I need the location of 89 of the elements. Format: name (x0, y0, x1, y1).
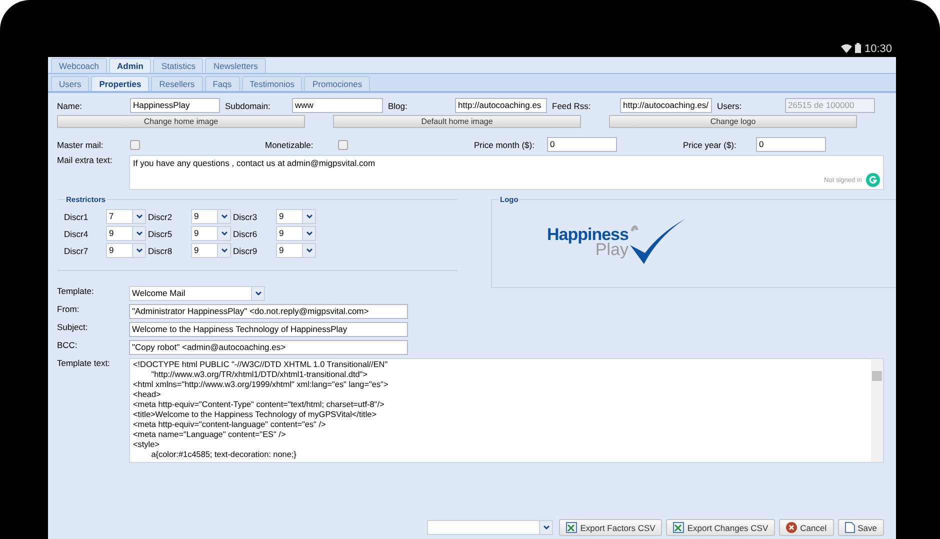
chevron-down-icon (220, 231, 228, 236)
chevron-down-icon (136, 214, 142, 219)
image-button[interactable]: Default home image (333, 115, 581, 128)
mail-text: If you have any questions , contact us at admin@migpsvital.com (133, 158, 376, 168)
grammar-g-icon[interactable] (866, 173, 880, 187)
chevron-down-icon (136, 248, 142, 253)
text-field[interactable]: HappinessPlay (130, 98, 220, 113)
restrictor-label: Discr8 (148, 246, 174, 256)
chevron-down-icon (220, 248, 228, 253)
clock-time: 10:30 (864, 43, 892, 55)
field-label: Subject: (57, 322, 89, 332)
restrictor-select[interactable]: 9 (191, 243, 231, 258)
field-label: Price year ($): (683, 140, 738, 150)
sub-tab[interactable]: Testimonios (242, 76, 302, 91)
cancel-icon (786, 522, 798, 533)
template-select[interactable]: Welcome Mail (129, 286, 265, 301)
restrictor-select[interactable]: 9 (191, 209, 231, 224)
field-label: Name: (57, 100, 84, 110)
chevron-down-icon (306, 231, 312, 236)
image-button[interactable]: Change home image (57, 115, 305, 128)
checkmark-logo-icon (628, 219, 686, 265)
chevron-down-icon (136, 231, 142, 236)
document-icon (844, 522, 855, 533)
wifi-icon (841, 44, 852, 53)
export-button[interactable]: Export Factors CSV (559, 519, 662, 536)
sub-tab[interactable]: Users (51, 76, 90, 91)
chevron-down-icon (254, 291, 262, 296)
field-label: From: (57, 304, 80, 314)
restrictor-label: Discr7 (64, 246, 90, 256)
field-label: Feed Rss: (551, 100, 592, 110)
field-label: Mail extra text: (57, 155, 114, 167)
battery-icon (855, 43, 862, 53)
text-field[interactable]: Welcome to the Happiness Technology of HappinessPlay (129, 322, 408, 337)
restrictor-select[interactable]: 9 (191, 226, 231, 241)
footer-select[interactable] (427, 520, 554, 535)
price-field[interactable]: 0 (547, 137, 617, 152)
field-label: Template: (57, 286, 95, 296)
main-tab[interactable]: Admin (109, 58, 152, 73)
spreadsheet-icon (673, 522, 684, 533)
checkbox-label: Monetizable: (265, 140, 314, 150)
restrictor-label: Discr9 (233, 246, 258, 256)
restrictor-select[interactable]: 7 (106, 209, 146, 224)
restrictor-select[interactable]: 9 (106, 226, 146, 241)
text-field[interactable]: "Copy robot" <admin@autocoaching.es> (129, 340, 408, 355)
restrictor-select[interactable]: 9 (276, 209, 316, 224)
sub-tab[interactable]: Promociones (304, 76, 370, 91)
sub-tab[interactable]: Properties (91, 76, 150, 91)
restrictor-label: Discr2 (148, 212, 174, 222)
field-label: Template text: (57, 358, 111, 368)
restrictor-label: Discr6 (233, 228, 258, 238)
logo-wordmark: Play (595, 241, 628, 258)
field-label: Blog: (387, 100, 408, 110)
image-button[interactable]: Change logo (609, 115, 857, 128)
save-button[interactable]: Save (838, 519, 884, 536)
scrollbar[interactable] (871, 359, 883, 462)
sub-tab[interactable]: Resellers (151, 76, 203, 91)
main-tab[interactable]: Newsletters (205, 58, 266, 73)
restrictor-label: Discr1 (64, 212, 90, 222)
chevron-down-icon (306, 248, 312, 253)
price-field[interactable]: 0 (756, 137, 826, 152)
field-label: Subdomain: (224, 100, 272, 110)
checkbox[interactable] (130, 140, 140, 150)
checkbox[interactable] (338, 140, 348, 150)
cancel-button[interactable]: Cancel (779, 519, 834, 536)
checkbox-label: Master mail: (57, 140, 104, 150)
chevron-down-icon (542, 525, 550, 530)
template-code: <!DOCTYPE html PUBLIC "-//W3C//DTD XHTML 1.0 Transitional//EN" "http://www.w3.org/TR/xhtml1/DTD/xhtml1-transitional.dtd"> <html xmlns="http://www.w3.org/1999/xhtml" xml:lang="es" lang="es"> <head> <meta http-equiv="Content-Type" content="text/html; charset=utf-8"/> <title>Welcome to the Happiness Technology of myGPSVital</title> <meta http-equiv="content-language" content="es" /> <meta name="Language" content="ES" /> <style> a{color:#1c4585; text-decoration: none;} (132, 359, 390, 461)
restrictor-label: Discr4 (64, 228, 90, 238)
main-tab[interactable]: Webcoach (51, 58, 108, 73)
chevron-down-icon (220, 214, 228, 219)
sub-tab[interactable]: Faqs (204, 76, 240, 91)
chevron-down-icon (306, 214, 312, 219)
logo-wordmark: Happiness (547, 226, 628, 243)
field-label: Price month ($): (474, 140, 536, 150)
text-field[interactable]: http://autocoaching.es (455, 98, 547, 113)
restrictor-select[interactable]: 9 (276, 243, 316, 258)
field-label: Users: (716, 100, 743, 110)
restrictor-select[interactable]: 9 (276, 226, 316, 241)
restrictor-label: Discr3 (233, 212, 258, 222)
restrictor-select[interactable]: 9 (106, 243, 146, 258)
text-field[interactable]: www (292, 98, 383, 113)
export-button[interactable]: Export Changes CSV (666, 519, 776, 536)
template-text-field[interactable] (129, 358, 884, 463)
field-label: BCC: (57, 340, 78, 350)
spreadsheet-icon (566, 522, 578, 533)
text-field[interactable]: http://autocoaching.es/ (620, 98, 712, 113)
restrictor-label: Discr5 (148, 228, 174, 238)
main-tab[interactable]: Statistics (153, 58, 204, 73)
text-field[interactable]: "Administrator HappinessPlay" <do.not.reply@migpsvital.com> (129, 304, 408, 319)
